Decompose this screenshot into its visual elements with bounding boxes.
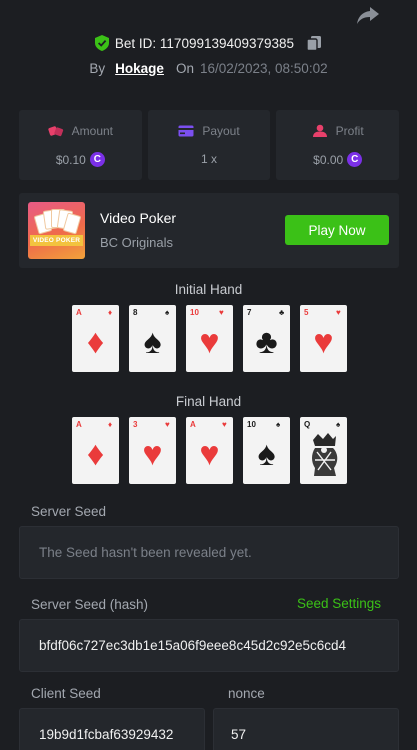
payout-stat: Payout 1 x	[147, 110, 271, 180]
client-seed-field[interactable]: 19b9d1fcbaf63929432	[19, 708, 205, 750]
by-label: By	[89, 60, 106, 76]
card-suit: ♠	[257, 435, 276, 473]
initial-hand-label: Initial Hand	[174, 282, 243, 297]
server-seed-hash-label: Server Seed (hash)	[31, 597, 149, 612]
final-hand: A ♦ ♦ 3 ♥ ♥ A ♥ ♥ 10 ♠ ♠ Q ♠	[72, 417, 347, 484]
payout-value: 1 x	[201, 152, 218, 166]
playing-card: 7 ♣ ♣	[243, 305, 290, 372]
amount-label: Amount	[71, 124, 114, 138]
card-rank: 10	[190, 308, 199, 317]
game-card: VIDEO POKER Video Poker BC Originals Pla…	[19, 193, 399, 268]
server-seed-value: The Seed hasn't been revealed yet.	[39, 545, 252, 560]
card-suit: ♥	[313, 323, 334, 361]
card-suit-small: ♦	[108, 308, 113, 317]
card-suit-small: ♥	[219, 308, 224, 317]
card-suit: ♥	[142, 435, 163, 473]
card-suit-small: ♣	[279, 308, 285, 317]
playing-card: Q ♠	[300, 417, 347, 484]
card-suit-small: ♠	[336, 420, 341, 429]
card-suit-small: ♥	[336, 308, 341, 317]
profit-icon	[312, 124, 327, 137]
card-suit: ♦	[86, 435, 105, 473]
playing-card: 10 ♠ ♠	[243, 417, 290, 484]
playing-card: 10 ♥ ♥	[186, 305, 233, 372]
client-seed-label: Client Seed	[31, 686, 101, 701]
payout-label: Payout	[202, 124, 240, 138]
card-icon	[178, 125, 194, 137]
server-seed-hash-value: bfdf06c727ec3db1e15a06f9eee8c45d2c92e5c6…	[39, 638, 347, 653]
initial-hand: A ♦ ♦ 8 ♠ ♠ 10 ♥ ♥ 7 ♣ ♣ 5 ♥ ♥	[72, 305, 347, 372]
dice-icon	[48, 126, 63, 137]
on-label: On	[175, 60, 194, 76]
card-suit: ♥	[199, 435, 220, 473]
coin-icon: C	[347, 152, 363, 167]
share-icon[interactable]	[356, 4, 380, 26]
card-suit-small: ♥	[222, 420, 227, 429]
nonce-field[interactable]: 57	[213, 708, 399, 750]
copy-icon[interactable]	[306, 35, 322, 51]
profit-stat: Profit $0.00 C	[276, 110, 400, 180]
card-rank: Q	[304, 420, 311, 429]
queen-face-icon	[312, 433, 338, 476]
final-hand-label: Final Hand	[175, 394, 242, 409]
card-suit: ♦	[86, 323, 105, 361]
card-suit-small: ♠	[276, 420, 281, 429]
profit-value: $0.00	[313, 152, 344, 167]
playing-card: A ♦ ♦	[72, 417, 119, 484]
card-rank: 8	[133, 308, 138, 317]
playing-card: A ♦ ♦	[72, 305, 119, 372]
game-subtitle: BC Originals	[100, 235, 173, 250]
card-suit: ♠	[143, 323, 162, 361]
username-link[interactable]: Hokage	[115, 61, 164, 76]
thumbnail-ribbon: VIDEO POKER	[30, 235, 83, 246]
card-suit: ♥	[199, 323, 220, 361]
playing-card: A ♥ ♥	[186, 417, 233, 484]
card-rank: 7	[247, 308, 252, 317]
card-rank: 10	[247, 420, 256, 429]
card-rank: A	[76, 308, 82, 317]
bet-id: Bet ID: 117099139409379385	[114, 35, 295, 51]
bet-stats: Amount $0.10 C Payout 1 x Profit $0.00 C	[19, 110, 400, 180]
nonce-label: nonce	[228, 686, 265, 701]
amount-stat: Amount $0.10 C	[19, 110, 142, 180]
seed-settings-link[interactable]: Seed Settings	[297, 596, 381, 611]
card-rank: A	[190, 420, 196, 429]
amount-value: $0.10	[55, 152, 86, 167]
playing-card: 5 ♥ ♥	[300, 305, 347, 372]
bet-datetime: 16/02/2023, 08:50:02	[199, 60, 328, 76]
card-suit-small: ♥	[165, 420, 170, 429]
card-rank: 3	[133, 420, 138, 429]
card-rank: A	[76, 420, 82, 429]
profit-label: Profit	[335, 124, 364, 138]
server-seed-label: Server Seed	[31, 504, 107, 519]
card-rank: 5	[304, 308, 309, 317]
playing-card: 3 ♥ ♥	[129, 417, 176, 484]
client-seed-value: 19b9d1fcbaf63929432	[39, 727, 174, 742]
bet-author-row: By Hokage On 16/02/2023, 08:50:02	[0, 58, 417, 78]
server-seed-hash-field[interactable]: bfdf06c727ec3db1e15a06f9eee8c45d2c92e5c6…	[19, 619, 399, 672]
card-suit-small: ♠	[165, 308, 170, 317]
playing-card: 8 ♠ ♠	[129, 305, 176, 372]
play-now-button[interactable]: Play Now	[285, 215, 389, 245]
video-poker-thumbnail: VIDEO POKER	[28, 202, 85, 259]
coin-icon: C	[89, 152, 105, 167]
nonce-value: 57	[231, 727, 247, 742]
verified-shield-icon	[94, 35, 109, 51]
game-title: Video Poker	[100, 210, 177, 226]
bet-id-row: Bet ID: 117099139409379385	[0, 33, 417, 53]
server-seed-field: The Seed hasn't been revealed yet.	[19, 526, 399, 579]
card-suit-small: ♦	[108, 420, 113, 429]
card-suit: ♣	[255, 323, 278, 361]
